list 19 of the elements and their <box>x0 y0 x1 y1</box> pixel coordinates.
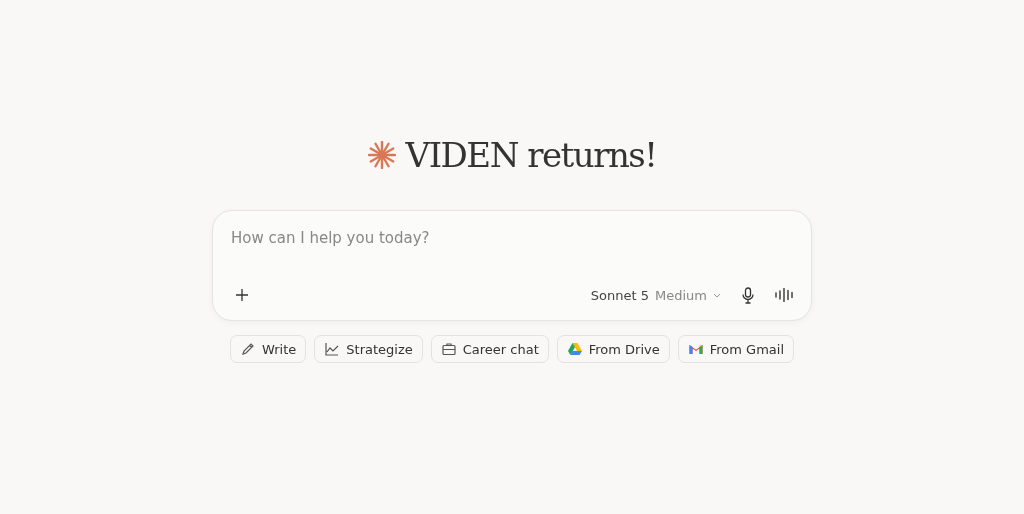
microphone-button[interactable] <box>741 286 755 304</box>
drive-icon <box>566 341 583 357</box>
voice-button[interactable] <box>775 288 795 302</box>
starburst-icon <box>367 141 396 169</box>
briefcase-icon <box>440 341 457 357</box>
suggestion-chip[interactable]: Write <box>229 335 307 363</box>
chevron-down-icon <box>713 292 721 298</box>
plus-icon <box>235 288 249 302</box>
microphone-icon <box>741 286 755 304</box>
greeting-heading: VIDEN returns! <box>405 135 657 175</box>
suggestion-chip[interactable]: Career chat <box>430 335 549 363</box>
suggestion-chip[interactable]: From Gmail <box>677 335 795 363</box>
pencil-icon <box>239 341 256 357</box>
model-selector[interactable]: Sonnet 5 Medium <box>590 287 721 303</box>
suggestion-chip[interactable]: From Drive <box>556 335 670 363</box>
chart-icon <box>324 341 341 357</box>
message-input[interactable]: How can I help you today? <box>231 229 651 247</box>
waveform-icon <box>775 288 795 302</box>
suggestion-chip[interactable]: Strategize <box>314 335 423 363</box>
